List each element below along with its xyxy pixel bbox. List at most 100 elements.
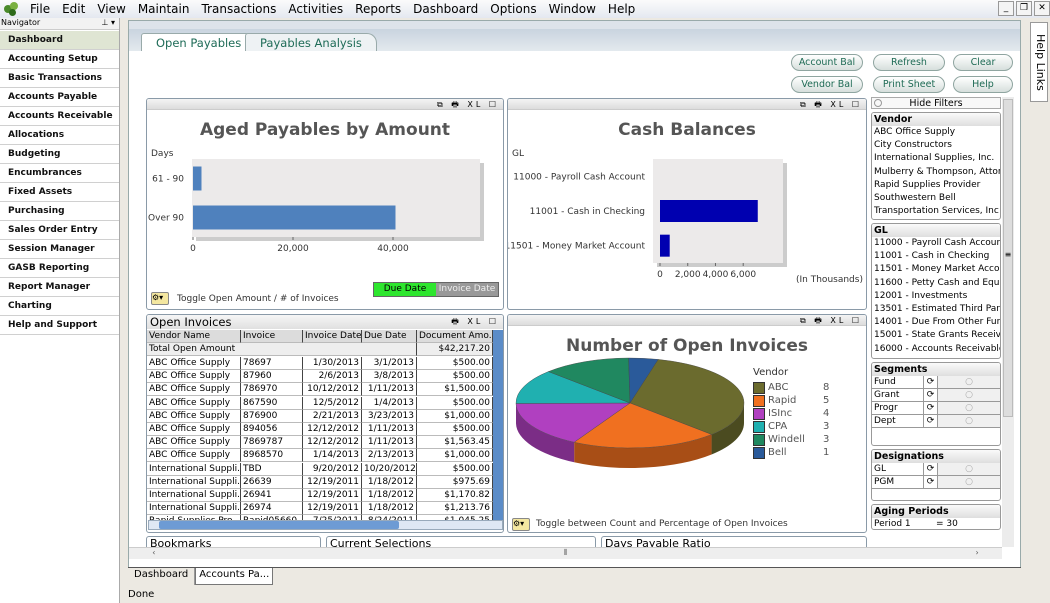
bar[interactable] xyxy=(660,234,670,257)
sidebar-item-accounts-receivable[interactable]: Accounts Receivable xyxy=(0,107,119,126)
segment-row[interactable]: GL ⟳ ○ xyxy=(872,463,1000,476)
filter-item[interactable]: 11001 - Cash in Checking xyxy=(872,250,1000,263)
sidebar-item-accounts-payable[interactable]: Accounts Payable xyxy=(0,88,119,107)
legend-item[interactable]: Bell 1 xyxy=(753,446,829,459)
filter-item[interactable]: City Constructors xyxy=(872,139,1000,152)
legend-item[interactable]: Windell 3 xyxy=(753,433,829,446)
segment-row[interactable]: Progr ⟳ ○ xyxy=(872,402,1000,415)
cycle-icon[interactable]: ⟳ xyxy=(924,389,938,401)
filters-vertical-scrollbar[interactable]: ≡ xyxy=(1002,97,1014,547)
cycle-icon[interactable]: ⟳ xyxy=(924,376,938,388)
sidebar-item-allocations[interactable]: Allocations xyxy=(0,126,119,145)
menu-maintain[interactable]: Maintain xyxy=(132,2,196,16)
menu-reports[interactable]: Reports xyxy=(349,2,407,16)
legend-item[interactable]: ISInc 4 xyxy=(753,407,829,420)
sidebar-item-basic-transactions[interactable]: Basic Transactions xyxy=(0,69,119,88)
column-header[interactable]: Due Date xyxy=(362,330,417,343)
toggle-icon[interactable]: ⚙▾ xyxy=(512,518,530,531)
sidebar-item-purchasing[interactable]: Purchasing xyxy=(0,202,119,221)
column-header[interactable]: Document Amo... xyxy=(417,330,493,343)
segment-row[interactable]: Fund ⟳ ○ xyxy=(872,376,1000,389)
cycle-icon[interactable]: ⟳ xyxy=(924,402,938,414)
panel-caption-icons[interactable]: ⧉ 🖶 XL ☐ xyxy=(508,315,866,326)
menu-window[interactable]: Window xyxy=(543,2,602,16)
menu-transactions[interactable]: Transactions xyxy=(195,2,282,16)
sheet-horizontal-scrollbar[interactable]: ‹ ⦀ › xyxy=(129,547,1002,559)
menu-help[interactable]: Help xyxy=(602,2,641,16)
menu-file[interactable]: File xyxy=(24,2,56,16)
segment-row[interactable]: Grant ⟳ ○ xyxy=(872,389,1000,402)
sidebar-item-session-manager[interactable]: Session Manager xyxy=(0,240,119,259)
close-button[interactable]: ✕ xyxy=(1034,1,1050,16)
radio-icon[interactable]: ○ xyxy=(938,463,1000,475)
sidebar-item-sales-order-entry[interactable]: Sales Order Entry xyxy=(0,221,119,240)
toggle-text[interactable]: Toggle Open Amount / # of Invoices xyxy=(177,294,339,304)
sidebar-item-fixed-assets[interactable]: Fixed Assets xyxy=(0,183,119,202)
radio-icon[interactable]: ○ xyxy=(938,389,1000,401)
column-header[interactable]: Vendor Name xyxy=(147,330,241,343)
doc-tab-dashboard[interactable]: Dashboard xyxy=(128,568,196,585)
cycle-icon[interactable]: ⟳ xyxy=(924,463,938,475)
panel-caption-icons[interactable]: ⧉ 🖶 XL ☐ xyxy=(508,99,866,110)
toggle-text[interactable]: Toggle between Count and Percentage of O… xyxy=(536,519,788,529)
filter-item[interactable]: 12001 - Investments xyxy=(872,290,1000,303)
account-bal-button[interactable]: Account Bal xyxy=(791,54,863,71)
sidebar-item-gasb-reporting[interactable]: GASB Reporting xyxy=(0,259,119,278)
bar[interactable] xyxy=(660,200,758,222)
cycle-icon[interactable]: ⟳ xyxy=(924,415,938,427)
restore-button[interactable]: ❐ xyxy=(1016,1,1032,16)
sidebar-item-accounting-setup[interactable]: Accounting Setup xyxy=(0,50,119,69)
due-date-button[interactable]: Due Date xyxy=(374,283,436,296)
refresh-button[interactable]: Refresh xyxy=(873,54,945,71)
segment-row[interactable]: Dept ⟳ ○ xyxy=(872,415,1000,428)
legend-item[interactable]: CPA 3 xyxy=(753,420,829,433)
panel-caption-icons[interactable]: 🖶 XL ☐ xyxy=(451,316,499,330)
help-links-tab[interactable]: Help Links xyxy=(1030,22,1048,102)
filter-item[interactable]: Southwestern Bell xyxy=(872,192,1000,205)
filter-item[interactable]: 15001 - State Grants Receivable xyxy=(872,329,1000,342)
filter-item[interactable]: 13501 - Estimated Third Party xyxy=(872,303,1000,316)
menu-dashboard[interactable]: Dashboard xyxy=(407,2,484,16)
doc-tab-accounts-payable[interactable]: Accounts Pa... xyxy=(195,568,274,585)
filter-item[interactable]: 11501 - Money Market Account xyxy=(872,263,1000,276)
bar[interactable] xyxy=(193,166,202,191)
menu-activities[interactable]: Activities xyxy=(282,2,349,16)
table-vertical-scrollbar[interactable] xyxy=(493,330,503,520)
tab-open-payables[interactable]: Open Payables xyxy=(141,33,257,53)
bar[interactable] xyxy=(193,205,396,230)
filter-item[interactable]: 11000 - Payroll Cash Account xyxy=(872,237,1000,250)
clear-button[interactable]: Clear xyxy=(953,54,1013,71)
sidebar-item-budgeting[interactable]: Budgeting xyxy=(0,145,119,164)
sidebar-item-charting[interactable]: Charting xyxy=(0,297,119,316)
legend-item[interactable]: Rapid 5 xyxy=(753,394,829,407)
sidebar-item-report-manager[interactable]: Report Manager xyxy=(0,278,119,297)
vendor-bal-button[interactable]: Vendor Bal xyxy=(791,76,863,93)
segment-row[interactable]: PGM ⟳ ○ xyxy=(872,476,1000,489)
sidebar-item-help-and-support[interactable]: Help and Support xyxy=(0,316,119,335)
column-header[interactable]: Invoice xyxy=(241,330,303,343)
radio-icon[interactable]: ○ xyxy=(938,402,1000,414)
tab-payables-analysis[interactable]: Payables Analysis xyxy=(245,33,377,52)
filter-item[interactable]: Mulberry & Thompson, Attorn. xyxy=(872,166,1000,179)
sidebar-item-dashboard[interactable]: Dashboard xyxy=(0,31,119,50)
filter-item[interactable]: ABC Office Supply xyxy=(872,126,1000,139)
print-sheet-button[interactable]: Print Sheet xyxy=(873,76,945,93)
filter-item[interactable]: Transportation Services, Inc xyxy=(872,205,1000,218)
panel-caption-icons[interactable]: ⧉ 🖶 XL ☐ xyxy=(147,99,503,110)
radio-icon[interactable]: ○ xyxy=(938,376,1000,388)
filter-item[interactable]: Rapid Supplies Provider xyxy=(872,179,1000,192)
aging-period-value[interactable]: = 30 xyxy=(936,518,958,529)
minimize-button[interactable]: _ xyxy=(998,1,1014,16)
menu-view[interactable]: View xyxy=(91,2,131,16)
column-header[interactable]: Invoice Date xyxy=(303,330,362,343)
legend-item[interactable]: ABC 8 xyxy=(753,381,829,394)
filter-item[interactable]: International Supplies, Inc. xyxy=(872,152,1000,165)
radio-icon[interactable]: ○ xyxy=(938,415,1000,427)
sidebar-item-encumbrances[interactable]: Encumbrances xyxy=(0,164,119,183)
radio-icon[interactable]: ○ xyxy=(938,476,1000,488)
menu-options[interactable]: Options xyxy=(484,2,542,16)
menu-edit[interactable]: Edit xyxy=(56,2,91,16)
filter-item[interactable]: 16000 - Accounts Receivable - xyxy=(872,343,1000,356)
help-button[interactable]: Help xyxy=(953,76,1013,93)
pin-icon[interactable]: ⊥ ▾ xyxy=(101,18,115,29)
